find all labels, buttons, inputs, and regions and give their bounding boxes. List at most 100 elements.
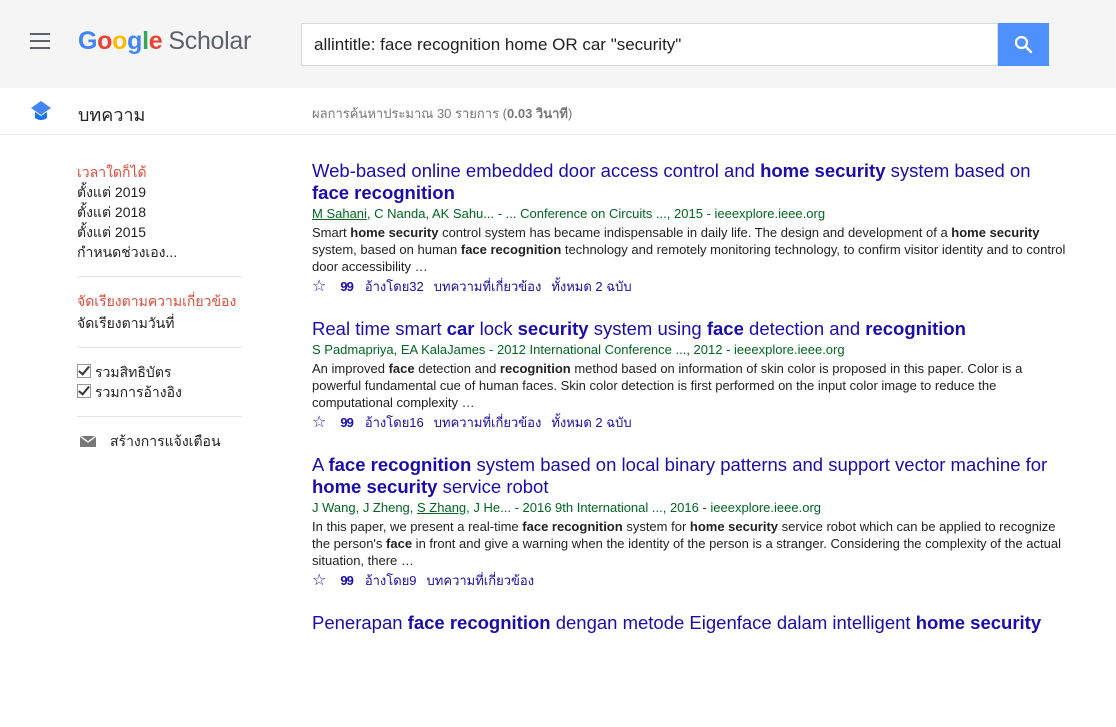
result-actions: ☆ 99 อ้างโดย32 บทความที่เกี่ยวข้อง ทั้งหมด 2… [312, 278, 1072, 296]
result-item: Real time smart car lock security system… [312, 318, 1072, 432]
snippet-segment: face recognition [460, 242, 562, 257]
time-filter-list: เวลาใดก็ได้ ตั้งแต่ 2019 ตั้งแต่ 2018 ตั้งแ… [77, 162, 242, 262]
snippet-segment: home security [350, 225, 439, 240]
save-star-icon[interactable]: ☆ [312, 572, 326, 590]
create-alert-link[interactable]: สร้างการแจ้งเตือน [77, 431, 242, 451]
mail-icon [80, 435, 96, 447]
result-title-link[interactable]: Penerapan face recognition dengan metode… [312, 612, 1072, 634]
author-text: J Wang, J Zheng, [312, 500, 418, 515]
result-item: A face recognition system based on local… [312, 454, 1072, 590]
cited-by-link[interactable]: อ้างโดย16 [365, 414, 424, 432]
snippet-segment: Smart [312, 225, 351, 240]
snippet-segment: home security [951, 225, 1040, 240]
result-item: Web-based online embedded door access co… [312, 160, 1072, 296]
snippet-segment: An improved [312, 361, 389, 376]
snippet-segment: control system has became indispensable … [438, 225, 952, 240]
logo-scholar: Scholar [168, 27, 252, 55]
result-title-link[interactable]: Web-based online embedded door access co… [312, 160, 1072, 204]
author-link[interactable]: S Zhang [417, 500, 466, 515]
title-segment: face recognition [407, 612, 551, 633]
top-header: Google Scholar [0, 0, 1116, 88]
author-link[interactable]: M Sahani [312, 206, 367, 221]
time-filter-item[interactable]: ตั้งแต่ 2018 [77, 202, 242, 222]
snippet-segment: recognition [499, 361, 571, 376]
include-citations-checkbox[interactable]: รวมการอ้างอิง [77, 382, 242, 402]
results-stats: ผลการค้นหาประมาณ 30 รายการ (0.03 วินาที) [312, 106, 573, 121]
result-actions: ☆ 99 อ้างโดย16 บทความที่เกี่ยวข้อง ทั้งหมด 2… [312, 414, 1072, 432]
search-button[interactable] [998, 23, 1049, 66]
include-patents-checkbox[interactable]: รวมสิทธิบัตร [77, 362, 242, 382]
result-title-link[interactable]: Real time smart car lock security system… [312, 318, 1072, 340]
snippet-segment: in front and give a warning when the ide… [312, 536, 1061, 568]
title-segment: security [517, 318, 589, 339]
cite-icon[interactable]: 99 [340, 572, 354, 590]
title-segment: car [446, 318, 475, 339]
all-versions-link[interactable]: ทั้งหมด 2 ฉบับ [551, 278, 631, 296]
search-icon [1014, 35, 1033, 54]
title-segment: service robot [437, 476, 549, 497]
title-segment: A [312, 454, 329, 475]
cite-icon[interactable]: 99 [340, 414, 354, 432]
title-segment: system based on [885, 160, 1031, 181]
snippet-segment: home security [689, 519, 779, 534]
author-text: , J He... - 2016 9th International ..., … [466, 500, 821, 515]
title-segment: home security [312, 476, 438, 497]
divider [77, 276, 242, 277]
result-authors: J Wang, J Zheng, S Zhang, J He... - 2016… [312, 499, 1072, 517]
time-filter-item[interactable]: ตั้งแต่ 2019 [77, 182, 242, 202]
title-segment: face [706, 318, 744, 339]
search-input[interactable] [302, 24, 997, 65]
author-text: S Padmapriya, EA KalaJames - 2012 Intern… [312, 342, 845, 357]
related-articles-link[interactable]: บทความที่เกี่ยวข้อง [434, 278, 542, 296]
title-segment: Web-based online embedded door access co… [312, 160, 761, 181]
divider [77, 416, 242, 417]
time-filter-item[interactable]: เวลาใดก็ได้ [77, 162, 242, 182]
logo-google: Google [78, 27, 163, 55]
title-segment: home security [915, 612, 1042, 633]
title-segment: home security [760, 160, 886, 181]
result-title-link[interactable]: A face recognition system based on local… [312, 454, 1072, 498]
subheader: บทความ ผลการค้นหาประมาณ 30 รายการ (0.03 … [0, 88, 1116, 135]
sort-by-date[interactable]: จัดเรียงตามวันที่ [77, 313, 242, 333]
title-segment: recognition [865, 318, 966, 339]
title-segment: system based on local binary patterns an… [471, 454, 1048, 475]
menu-icon[interactable] [30, 33, 50, 49]
author-text: , C Nanda, AK Sahu... - ... Conference o… [366, 206, 826, 221]
title-segment: system using [588, 318, 707, 339]
result-actions: ☆ 99 อ้างโดย9 บทความที่เกี่ยวข้อง [312, 572, 1072, 590]
result-snippet: Smart home security control system has b… [312, 224, 1072, 275]
save-star-icon[interactable]: ☆ [312, 414, 326, 432]
result-snippet: In this paper, we present a real-time fa… [312, 518, 1072, 569]
snippet-segment: system for [622, 519, 690, 534]
time-filter-item[interactable]: ตั้งแต่ 2015 [77, 222, 242, 242]
title-segment: Real time smart [312, 318, 447, 339]
google-scholar-logo[interactable]: Google Scholar [78, 27, 251, 56]
title-segment: face recognition [312, 182, 455, 203]
result-authors: M Sahani, C Nanda, AK Sahu... - ... Conf… [312, 205, 1072, 223]
results-list: Web-based online embedded door access co… [312, 160, 1072, 656]
related-articles-link[interactable]: บทความที่เกี่ยวข้อง [434, 414, 542, 432]
result-snippet: An improved face detection and recogniti… [312, 360, 1072, 411]
snippet-segment: In this paper, we present a real-time [312, 519, 523, 534]
title-segment: detection and [743, 318, 866, 339]
result-item: Penerapan face recognition dengan metode… [312, 612, 1072, 634]
result-authors: S Padmapriya, EA KalaJames - 2012 Intern… [312, 341, 1072, 359]
cite-icon[interactable]: 99 [340, 278, 354, 296]
save-star-icon[interactable]: ☆ [312, 278, 326, 296]
title-segment: dengan metode Eigenface dalam intelligen… [550, 612, 916, 633]
cited-by-link[interactable]: อ้างโดย9 [365, 572, 417, 590]
graduation-cap-icon [31, 101, 51, 120]
related-articles-link[interactable]: บทความที่เกี่ยวข้อง [427, 572, 535, 590]
checkbox-checked-icon [77, 384, 91, 398]
title-segment: face recognition [328, 454, 472, 475]
title-segment: Penerapan [312, 612, 408, 633]
time-filter-item[interactable]: กำหนดช่วงเอง... [77, 242, 242, 262]
all-versions-link[interactable]: ทั้งหมด 2 ฉบับ [551, 414, 631, 432]
section-label[interactable]: บทความ [78, 100, 145, 129]
cited-by-link[interactable]: อ้างโดย32 [365, 278, 424, 296]
snippet-segment: face [386, 536, 413, 551]
title-segment: lock [474, 318, 518, 339]
sort-by-relevance[interactable]: จัดเรียงตามความเกี่ยวข้อง [77, 291, 242, 311]
checkbox-checked-icon [77, 364, 91, 378]
search-box [301, 23, 998, 66]
